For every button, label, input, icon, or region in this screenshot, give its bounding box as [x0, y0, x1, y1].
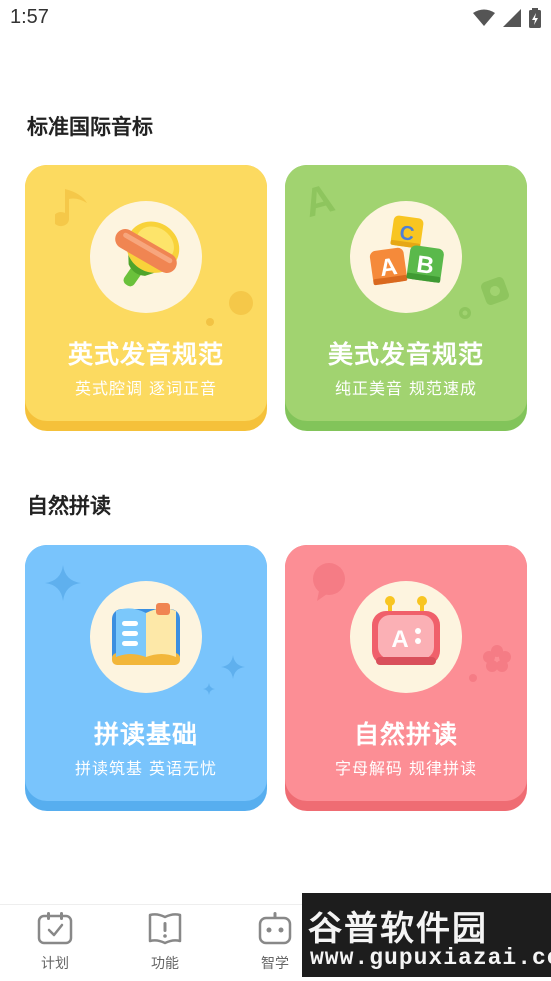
decor-letter-icon [481, 277, 509, 305]
icon-badge [90, 201, 202, 313]
card-british-pronunciation[interactable]: 英式发音规范 英式腔调 逐词正音 [25, 165, 267, 431]
nav-label: 功能 [151, 956, 179, 972]
card-subtitle: 字母解码 规律拼读 [334, 759, 478, 778]
signal-icon [503, 9, 521, 27]
card-subtitle: 英式腔调 逐词正音 [74, 379, 218, 398]
sparkle-icon [203, 683, 215, 695]
status-time: 1:57 [10, 6, 49, 28]
svg-text:A: A [391, 626, 408, 653]
card-title: 英式发音规范 [67, 340, 224, 369]
icon-badge [90, 581, 202, 693]
status-bar: 1:57 [0, 0, 551, 40]
sparkle-icon [45, 565, 81, 601]
status-icons [473, 8, 541, 28]
robot-letter-icon: A [372, 596, 440, 665]
section-title-phonetics: 标准国际音标 [27, 115, 153, 139]
abc-blocks-icon: C A B [369, 215, 444, 286]
speech-bubble-icon [313, 563, 345, 601]
book-info-icon [148, 913, 182, 945]
horn-icon [115, 221, 180, 287]
calendar-icon [37, 912, 73, 945]
decor-dot [469, 674, 477, 682]
battery-icon [529, 8, 541, 28]
watermark: 谷普软件园 www.gupuxiazai.com [302, 893, 551, 977]
card-subtitle: 纯正美音 规范速成 [334, 379, 478, 398]
nav-item-features[interactable]: 功能 [125, 911, 205, 973]
decor-dot [229, 291, 253, 315]
card-subtitle: 拼读筑基 英语无忧 [74, 759, 218, 778]
section-title-phonics: 自然拼读 [27, 494, 111, 518]
card-title: 自然拼读 [353, 720, 458, 749]
card-phonics-basics[interactable]: 拼读基础 拼读筑基 英语无忧 [25, 545, 267, 811]
robot-icon [258, 912, 292, 945]
card-american-pronunciation[interactable]: A C A B 美式发音规范 纯正美音 规范速成 [285, 165, 527, 431]
card-natural-phonics[interactable]: A 自然拼读 字母解码 规律拼读 [285, 545, 527, 811]
decor-dot [206, 318, 214, 326]
icon-badge: C A B [350, 201, 462, 313]
nav-item-plan[interactable]: 计划 [15, 911, 95, 973]
watermark-cn: 谷普软件园 [308, 909, 488, 949]
book-icon [112, 603, 180, 665]
music-note-icon [55, 189, 87, 227]
nav-label: 计划 [41, 956, 69, 972]
card-title: 拼读基础 [93, 720, 198, 749]
card-title: 美式发音规范 [327, 340, 484, 369]
icon-badge: A [350, 581, 462, 693]
wifi-icon [473, 9, 495, 26]
sparkle-icon [221, 655, 245, 679]
svg-text:C: C [398, 222, 415, 246]
flower-icon [483, 645, 511, 672]
watermark-url: www.gupuxiazai.com [310, 945, 551, 971]
app-screen: 1:57 标准国际音标 英式发音规范 英式腔调 逐词正音 A C A B 美式发… [0, 0, 551, 981]
